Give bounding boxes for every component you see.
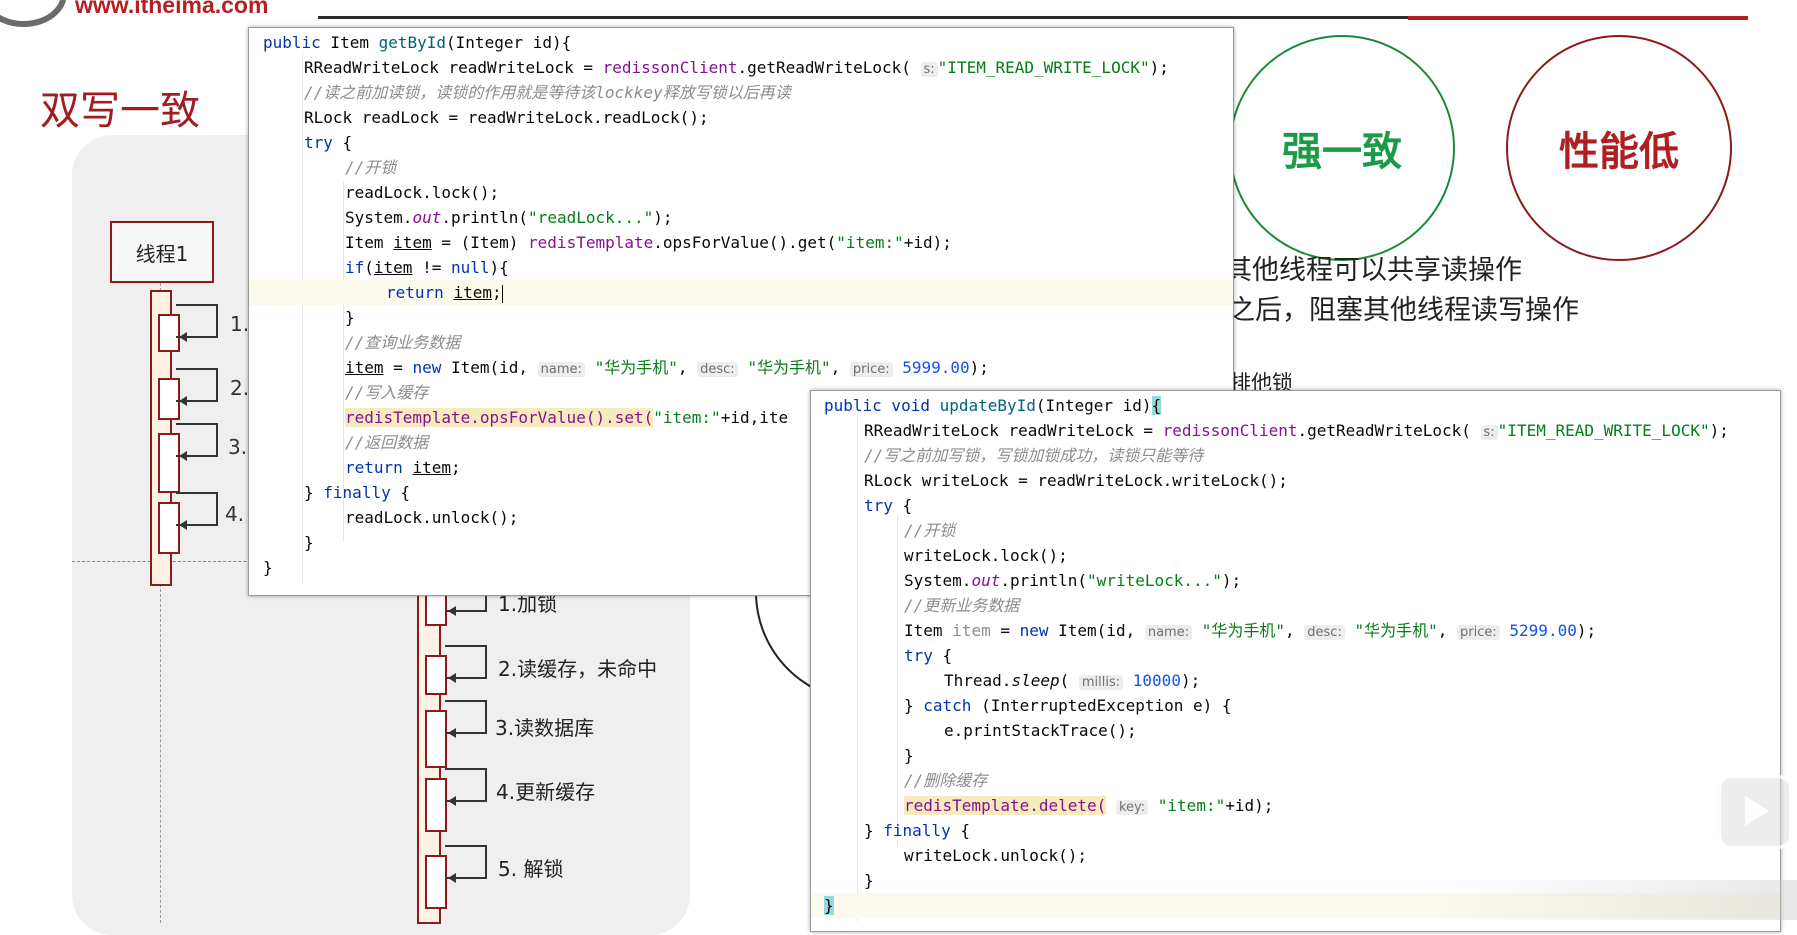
code-line: RReadWriteLock readWriteLock = redissonC… xyxy=(304,58,1169,77)
slide-title: 双写一致 xyxy=(40,88,200,134)
code-line: RLock readLock = readWriteLock.readLock(… xyxy=(304,108,709,127)
header-divider xyxy=(318,16,1408,19)
thread2-step-label: 2.读缓存，未命中 xyxy=(498,657,658,681)
code-line: } xyxy=(345,308,355,327)
indent-guide xyxy=(857,416,858,921)
thread1-step-arrow xyxy=(176,368,218,406)
code-line: System.out.println("readLock..."); xyxy=(345,208,673,227)
play-icon[interactable] xyxy=(1718,775,1792,849)
code-line: writeLock.unlock(); xyxy=(904,846,1088,865)
code-panel-updateById[interactable]: public void updateById(Integer id){ RRea… xyxy=(810,390,1781,932)
code-line: Item item = new Item(id, name: "华为手机", d… xyxy=(904,621,1597,640)
code-line: RReadWriteLock readWriteLock = redissonC… xyxy=(864,421,1729,440)
thread1-step-arrow xyxy=(176,492,218,530)
logo-icon xyxy=(0,0,67,27)
code-line: Thread.sleep( millis: 10000); xyxy=(944,671,1201,690)
thread2-step-label: 5. 解锁 xyxy=(498,857,564,881)
code-line: redisTemplate.delete( key: "item:"+id); xyxy=(904,796,1274,815)
thread2-step-arrow xyxy=(445,700,487,738)
code-comment: //读之前加读锁，读锁的作用就是等待该lockkey释放写锁以后再读 xyxy=(304,83,791,102)
thread1-step-label: 2. xyxy=(230,376,250,400)
header-divider-accent xyxy=(1408,16,1748,20)
indent-guide xyxy=(897,516,898,846)
code-comment: //写之前加写锁，写锁加锁成功，读锁只能等待 xyxy=(864,446,1204,465)
thread1-box: 线程1 xyxy=(110,221,214,283)
thread1-step-label: 3. xyxy=(228,435,248,459)
code-line: if(item != null){ xyxy=(345,258,509,277)
code-line: Item item = (Item) redisTemplate.opsForV… xyxy=(345,233,952,252)
code-line: try { xyxy=(904,646,953,665)
thread1-step-label: 1. xyxy=(230,312,250,336)
code-comment: //查询业务数据 xyxy=(345,333,461,352)
thread2-step-arrow xyxy=(445,845,487,883)
code-line: try { xyxy=(864,496,913,515)
code-line: public Item getById(Integer id){ xyxy=(263,33,572,52)
note-shared-read: 其他线程可以共享读操作 xyxy=(1225,255,1522,286)
indent-guide xyxy=(302,53,303,583)
code-line: readLock.lock(); xyxy=(345,183,500,202)
code-comment: //删除缓存 xyxy=(904,771,988,790)
code-line: try { xyxy=(304,133,353,152)
code-line: item = new Item(id, name: "华为手机", desc: … xyxy=(345,358,989,377)
code-comment: //开锁 xyxy=(345,158,397,177)
thread2-step-arrow xyxy=(445,768,487,806)
low-performance-badge: 性能低 xyxy=(1506,35,1732,261)
code-line: System.out.println("writeLock..."); xyxy=(904,571,1242,590)
code-line: RLock writeLock = readWriteLock.writeLoc… xyxy=(864,471,1288,490)
thread2-step-label: 3.读数据库 xyxy=(495,716,595,740)
code-comment: //开锁 xyxy=(904,521,956,540)
code-line: public void updateById(Integer id){ xyxy=(824,396,1162,415)
site-url: www.itheima.com xyxy=(75,0,269,18)
text-caret xyxy=(501,284,503,303)
note-block-rw: 之后，阻塞其他线程读写操作 xyxy=(1228,295,1579,326)
thread1-step-label: 4. xyxy=(225,502,245,526)
thread1-step-arrow xyxy=(176,304,218,342)
code-comment: //更新业务数据 xyxy=(904,596,1020,615)
code-line: } xyxy=(904,746,914,765)
strong-consistency-badge: 强一致 xyxy=(1229,35,1455,261)
code-line: writeLock.lock(); xyxy=(904,546,1068,565)
thread1-step-arrow xyxy=(176,423,218,461)
code-line-current: return item; xyxy=(249,280,1233,305)
thread2-step-arrow xyxy=(445,645,487,683)
code-line: } finally { xyxy=(864,821,970,840)
thread2-step-box xyxy=(425,710,447,768)
thread2-step-label: 4.更新缓存 xyxy=(496,780,596,804)
bottom-overlay xyxy=(1420,880,1797,920)
code-line: } catch (InterruptedException e) { xyxy=(904,696,1232,715)
code-line: e.printStackTrace(); xyxy=(944,721,1137,740)
